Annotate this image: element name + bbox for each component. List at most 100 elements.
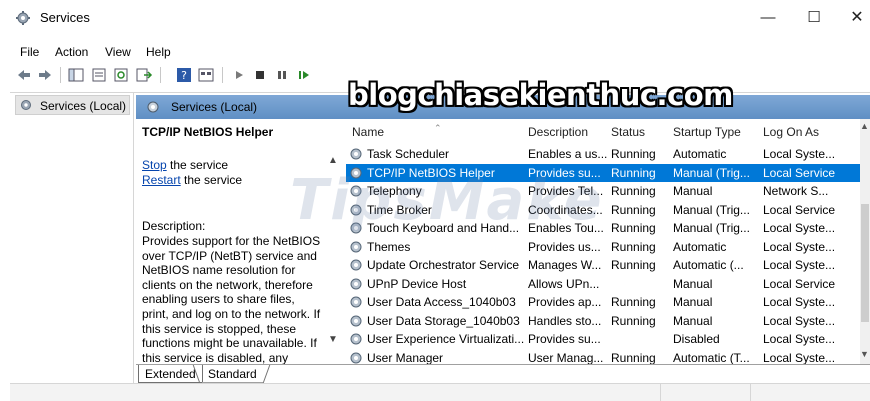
restart-service-link[interactable]: Restart [142, 173, 181, 187]
service-name: Themes [367, 239, 411, 254]
refresh-icon[interactable] [112, 66, 130, 84]
selected-service-name: TCP/IP NetBIOS Helper [142, 125, 274, 139]
service-gear-icon [350, 315, 362, 326]
view-tabs: Extended Standard [136, 364, 870, 384]
back-arrow-icon[interactable] [15, 66, 33, 84]
stop-service-row: Stop the service [142, 158, 228, 172]
service-gear-icon [350, 296, 362, 308]
column-header-name[interactable]: Name ⌃ [352, 123, 442, 139]
service-description: Enables a us... [528, 147, 608, 161]
service-description: User Manag... [528, 350, 604, 365]
pane-title: Services (Local) [171, 100, 258, 114]
service-gear-icon [350, 333, 362, 345]
service-row[interactable]: Update Orchestrator Service Manages W... R… [346, 256, 860, 274]
service-startup-type: Manual [673, 184, 713, 198]
service-status: Running [611, 239, 656, 254]
pane-splitter[interactable]: ▲ ▼ [324, 119, 344, 364]
extended-description-pane: TCP/IP NetBIOS Helper Stop the service R… [136, 119, 348, 364]
service-status: Running [611, 165, 656, 180]
scroll-up-icon[interactable]: ▲ [860, 121, 869, 131]
service-status: Running [611, 147, 656, 161]
toolbar-separator [222, 67, 223, 83]
service-startup-type: Automatic [673, 239, 727, 254]
service-row[interactable]: User Experience Virtualizati... Provides … [346, 330, 860, 348]
tree-item-services-local[interactable]: Services (Local) [15, 95, 130, 115]
description-label: Description: [142, 219, 206, 233]
service-name: Update Orchestrator Service [367, 258, 520, 272]
maximize-icon[interactable]: ☐ [804, 8, 824, 28]
tree-item-label: Services (Local) [40, 99, 127, 113]
service-status: Running [611, 221, 656, 235]
chevron-down-icon[interactable]: ▼ [328, 334, 338, 345]
title-bar: Services — ☐ ✕ [0, 0, 870, 36]
properties-icon[interactable] [90, 66, 108, 84]
service-row[interactable]: User Data Access_1040b03 Provides ap... Ru… [346, 293, 860, 311]
service-name: User Manager [367, 350, 444, 365]
service-log-on-as: Local Syste... [763, 221, 836, 235]
export-icon[interactable] [135, 66, 153, 84]
menu-help[interactable]: Help [146, 45, 171, 59]
forward-arrow-icon[interactable] [36, 66, 54, 84]
service-status: Running [611, 313, 656, 328]
chevron-up-icon[interactable]: ▲ [328, 155, 338, 166]
console-view-icon[interactable] [197, 66, 215, 84]
service-gear-icon [350, 241, 362, 252]
scrollbar-thumb[interactable] [861, 204, 869, 322]
service-description: Provides ap... [528, 295, 602, 309]
show-hide-tree-icon[interactable] [67, 66, 85, 84]
service-row[interactable]: User Manager User Manag... Running Automati… [346, 349, 860, 365]
tab-standard[interactable]: Standard [202, 365, 263, 383]
play-icon[interactable] [230, 66, 248, 84]
service-startup-type: Manual [673, 313, 713, 328]
menu-file[interactable]: File [20, 45, 39, 59]
toolbar-separator [160, 67, 161, 83]
service-startup-type: Manual (Trig... [673, 165, 750, 180]
service-row[interactable]: UPnP Device Host Allows UPn... Manual Local… [346, 275, 860, 293]
console-tree: Services (Local) [10, 93, 134, 383]
toolbar-separator [60, 67, 61, 83]
service-row[interactable]: Themes Provides us... Running Automatic Loca… [346, 238, 860, 256]
menu-action[interactable]: Action [55, 45, 88, 59]
service-log-on-as: Local Service [763, 276, 836, 291]
watermark-tipsmake: TipsMake [290, 168, 604, 233]
service-name: User Data Access_1040b03 [367, 295, 516, 309]
column-header-log-on-as[interactable]: Log On As [763, 125, 819, 139]
pause-icon[interactable] [273, 66, 291, 84]
service-status: Running [611, 202, 656, 217]
service-startup-type: Automatic (T... [673, 350, 750, 365]
vertical-scrollbar[interactable]: ▲ ▼ [860, 119, 870, 364]
service-log-on-as: Local Service [763, 165, 836, 180]
service-status: Running [611, 258, 656, 272]
minimize-icon[interactable]: — [758, 8, 778, 28]
description-text: Provides support for the NetBIOS over TC… [142, 234, 321, 364]
stop-service-link[interactable]: Stop [142, 158, 167, 172]
status-segment [750, 384, 751, 401]
service-startup-type: Manual (Trig... [673, 202, 750, 217]
services-gear-icon [16, 11, 30, 25]
service-row[interactable]: Task Scheduler Enables a us... Running Auto… [346, 145, 860, 163]
help-icon[interactable]: ? [175, 66, 193, 84]
watermark-blog: blogchiasekienthuc.com [348, 78, 733, 112]
column-header-startup-type[interactable]: Startup Type [673, 125, 741, 139]
service-log-on-as: Local Syste... [763, 239, 836, 254]
service-log-on-as: Local Syste... [763, 258, 836, 272]
service-log-on-as: Local Syste... [763, 313, 836, 328]
service-gear-icon [350, 352, 362, 363]
close-icon[interactable]: ✕ [847, 8, 867, 28]
restart-icon[interactable] [295, 66, 313, 84]
menu-view[interactable]: View [105, 45, 131, 59]
column-header-description[interactable]: Description [528, 125, 588, 139]
service-log-on-as: Local Syste... [763, 350, 836, 365]
service-log-on-as: Local Syste... [763, 332, 836, 346]
service-row[interactable]: User Data Storage_1040b03 Handles sto... R… [346, 312, 860, 330]
stop-service-text: the service [166, 158, 229, 172]
stop-icon[interactable] [251, 66, 269, 84]
restart-service-text: the service [180, 173, 243, 187]
service-log-on-as: Network S... [763, 184, 829, 198]
column-header-status[interactable]: Status [611, 125, 645, 139]
scroll-down-icon[interactable]: ▼ [860, 349, 869, 359]
service-status: Running [611, 184, 656, 198]
service-description: Provides us... [528, 239, 601, 254]
service-startup-type: Automatic (... [673, 258, 744, 272]
status-segment [660, 384, 661, 401]
